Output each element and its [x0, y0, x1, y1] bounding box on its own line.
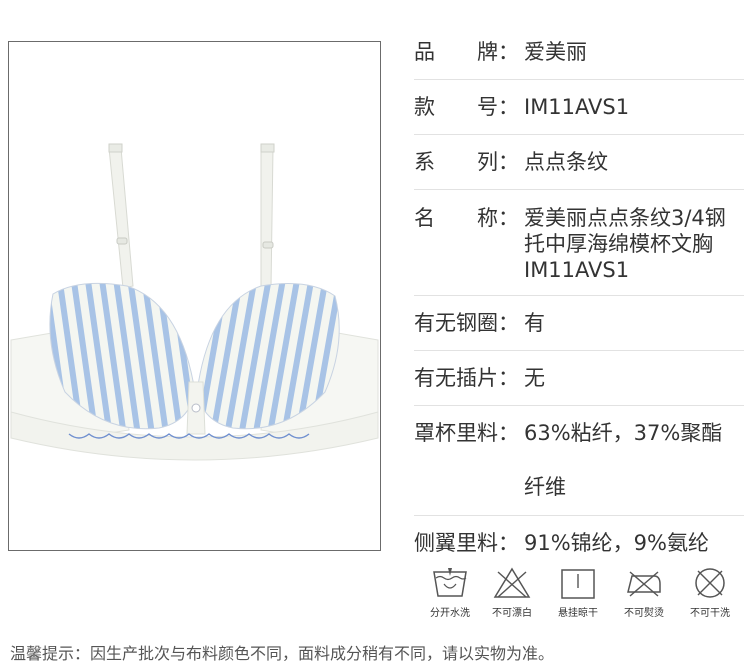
wash-separately-icon: [433, 568, 467, 597]
spec-value: IM11AVS1: [524, 95, 630, 119]
spec-value: 爱美丽: [524, 40, 587, 64]
care-item: 不可干洗: [680, 566, 740, 619]
spec-row-underwire: 有无钢圈： 有: [414, 296, 744, 351]
spec-label: 款 号：: [414, 95, 519, 119]
care-item: 不可漂白: [482, 566, 542, 619]
spec-value: 有: [524, 311, 545, 335]
spec-value: 爱美丽点点条纹3/4钢托中厚海绵模杯文胸IM11AVS1: [524, 206, 726, 282]
spec-table: 品 牌： 爱美丽 款 号： IM11AVS1 系 列： 点点条纹 名 称： 爱美…: [414, 24, 744, 571]
care-label: 不可熨烫: [624, 608, 664, 619]
spec-row-insert: 有无插片： 无: [414, 351, 744, 406]
care-label: 悬挂晾干: [558, 608, 598, 619]
care-label: 不可干洗: [690, 608, 730, 619]
spec-label: 系 列：: [414, 150, 519, 174]
footer-notice: 温馨提示：因生产批次与布料颜色不同，面料成分稍有不同，请以实物为准。: [10, 644, 555, 663]
spec-label: 有无插片：: [414, 366, 519, 390]
hang-dry-icon: [561, 569, 595, 599]
spec-row-name: 名 称： 爱美丽点点条纹3/4钢托中厚海绵模杯文胸IM11AVS1: [414, 190, 744, 296]
spec-value: 63%粘纤，37%聚酯纤维: [524, 421, 723, 499]
bra-illustration: [10, 143, 379, 461]
product-photo: [8, 41, 381, 551]
care-instructions: 分开水洗 不可漂白 悬挂晾干 不可熨烫 不可干洗: [420, 566, 746, 622]
spec-row-model: 款 号： IM11AVS1: [414, 80, 744, 135]
spec-label: 名 称：: [414, 206, 519, 230]
spec-value: 点点条纹: [524, 150, 608, 174]
spec-label: 品 牌：: [414, 40, 519, 64]
care-item: 分开水洗: [420, 566, 480, 619]
no-dry-clean-icon: [695, 568, 725, 598]
spec-label: 罩杯里料：: [414, 421, 519, 445]
spec-label: 侧翼里料：: [414, 531, 519, 555]
spec-row-series: 系 列： 点点条纹: [414, 135, 744, 190]
care-item: 不可熨烫: [614, 566, 674, 619]
no-iron-icon: [627, 571, 661, 597]
care-item: 悬挂晾干: [548, 566, 608, 619]
care-label: 不可漂白: [492, 608, 532, 619]
spec-label: 有无钢圈：: [414, 311, 519, 335]
spec-value: 91%锦纶，9%氨纶: [524, 531, 709, 555]
spec-row-wing-lining: 侧翼里料： 91%锦纶，9%氨纶: [414, 516, 744, 571]
no-bleach-icon: [493, 567, 531, 598]
spec-row-brand: 品 牌： 爱美丽: [414, 24, 744, 80]
spec-row-cup-lining: 罩杯里料： 63%粘纤，37%聚酯纤维: [414, 406, 744, 516]
spec-value: 无: [524, 366, 545, 390]
care-label: 分开水洗: [430, 608, 470, 619]
